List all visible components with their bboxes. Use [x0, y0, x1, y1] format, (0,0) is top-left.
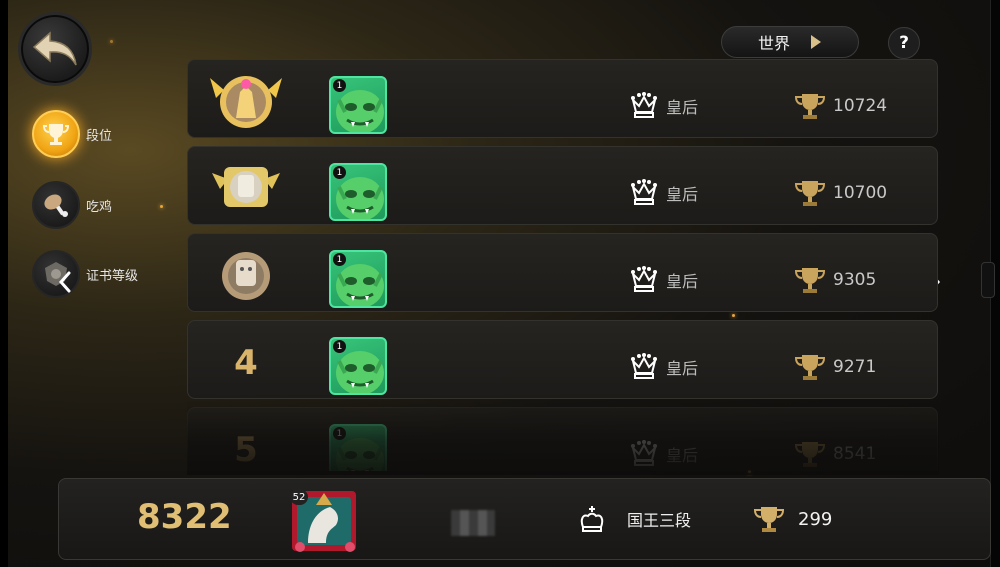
player-score: 9305: [793, 265, 876, 295]
region-label: 世界: [757, 34, 790, 53]
rank-badge: [206, 242, 286, 306]
leaderboard-row[interactable]: 1 皇后 9305: [187, 233, 938, 312]
rank-badge: [206, 155, 286, 219]
player-level: 1: [333, 427, 346, 440]
player-score-value: 9271: [833, 357, 877, 377]
player-score: 9271: [793, 352, 876, 382]
silver-rank-badge-icon: [212, 167, 280, 207]
player-level: 1: [333, 166, 346, 179]
player-tier-label: 皇后: [666, 446, 699, 465]
trophy-icon: [794, 94, 826, 119]
screen-frame-right: [981, 0, 1000, 567]
my-level-badge: 52: [290, 489, 308, 505]
king-icon: [580, 506, 604, 532]
leaderboard-row[interactable]: 1 皇后 10700: [187, 146, 938, 225]
my-name-blurred: [451, 510, 495, 536]
player-level: 1: [333, 340, 346, 353]
screen-frame-left: [0, 0, 8, 567]
player-score: 10700: [793, 178, 887, 208]
player-level: 1: [333, 253, 346, 266]
prev-page-button[interactable]: [55, 268, 75, 296]
player-avatar[interactable]: 1: [329, 424, 387, 471]
sparkle: [110, 40, 113, 43]
player-tier-label: 皇后: [666, 272, 699, 291]
player-level: 1: [333, 79, 346, 92]
tab-certificate[interactable]: 证书等级: [32, 250, 138, 298]
my-score-value: 299: [798, 508, 833, 530]
leaderboard-row[interactable]: 5 1 皇后 8541: [187, 407, 938, 471]
chicken-leg-icon: [32, 181, 80, 229]
back-arrow-icon: [32, 31, 77, 66]
rank-number: 5: [234, 430, 258, 470]
gold-rank-badge-icon: [210, 76, 282, 128]
player-tier-label: 皇后: [666, 359, 699, 378]
player-tier-label: 皇后: [666, 185, 699, 204]
leaderboard-row[interactable]: 1 皇后 10724: [187, 59, 938, 138]
chevron-left-icon: [58, 271, 71, 293]
leaderboard-list[interactable]: 1 皇后 10724 1 皇后 10700 1 皇后 9305 4 1 皇后 9…: [187, 59, 939, 471]
leaderboard-screen: 段位 吃鸡 证书等级 世界 ? 1 皇后 10724 1 皇后 10700 1 …: [0, 0, 1000, 567]
trophy-icon: [794, 181, 826, 206]
leaderboard-row[interactable]: 4 1 皇后 9271: [187, 320, 938, 399]
rank-number: 4: [234, 343, 258, 383]
player-score: 8541: [793, 439, 876, 469]
player-avatar[interactable]: 1: [329, 337, 387, 395]
back-button[interactable]: [18, 12, 92, 86]
queen-crown-icon: [631, 179, 657, 205]
player-score-value: 10700: [833, 183, 888, 203]
queen-crown-icon: [631, 92, 657, 118]
tab-chicken-label: 吃鸡: [86, 199, 113, 215]
my-avatar[interactable]: 52: [286, 485, 362, 555]
my-rank-bar: 8322 52 国王三段 299: [58, 478, 991, 560]
trophy-icon: [794, 355, 826, 380]
edge-tab[interactable]: [981, 262, 995, 298]
player-tier-label: 皇后: [666, 98, 699, 117]
player-tier: 皇后: [630, 179, 698, 207]
queen-crown-icon: [631, 266, 657, 292]
queen-crown-icon: [631, 440, 657, 466]
player-tier: 皇后: [630, 353, 698, 381]
trophy-icon: [32, 110, 80, 158]
tab-rank-label: 段位: [86, 128, 113, 144]
player-score-value: 10724: [833, 96, 888, 116]
sparkle: [160, 205, 163, 208]
player-tier: 皇后: [630, 440, 698, 468]
tab-rank[interactable]: 段位: [32, 110, 112, 158]
player-tier: 皇后: [630, 266, 698, 294]
tab-chicken[interactable]: 吃鸡: [32, 181, 112, 229]
player-score-value: 9305: [833, 270, 877, 290]
queen-crown-icon: [631, 353, 657, 379]
rank-badge: [206, 68, 286, 132]
my-rank-number: 8322: [137, 497, 232, 537]
player-tier: 皇后: [630, 92, 698, 120]
player-avatar[interactable]: 1: [329, 250, 387, 308]
region-world-button[interactable]: 世界: [721, 26, 859, 58]
my-score: 299: [752, 504, 832, 534]
bronze-rank-badge-icon: [222, 252, 270, 300]
player-avatar[interactable]: 1: [329, 76, 387, 134]
trophy-icon: [794, 442, 826, 467]
tab-certificate-label: 证书等级: [86, 268, 139, 284]
player-avatar[interactable]: 1: [329, 163, 387, 221]
trophy-icon: [753, 507, 785, 532]
play-triangle-icon: [811, 35, 821, 49]
help-button[interactable]: ?: [888, 27, 920, 59]
player-score-value: 8541: [833, 444, 877, 464]
my-tier: 国王三段: [579, 505, 691, 533]
trophy-icon: [794, 268, 826, 293]
my-tier-label: 国王三段: [627, 511, 692, 530]
player-score: 10724: [793, 91, 887, 121]
